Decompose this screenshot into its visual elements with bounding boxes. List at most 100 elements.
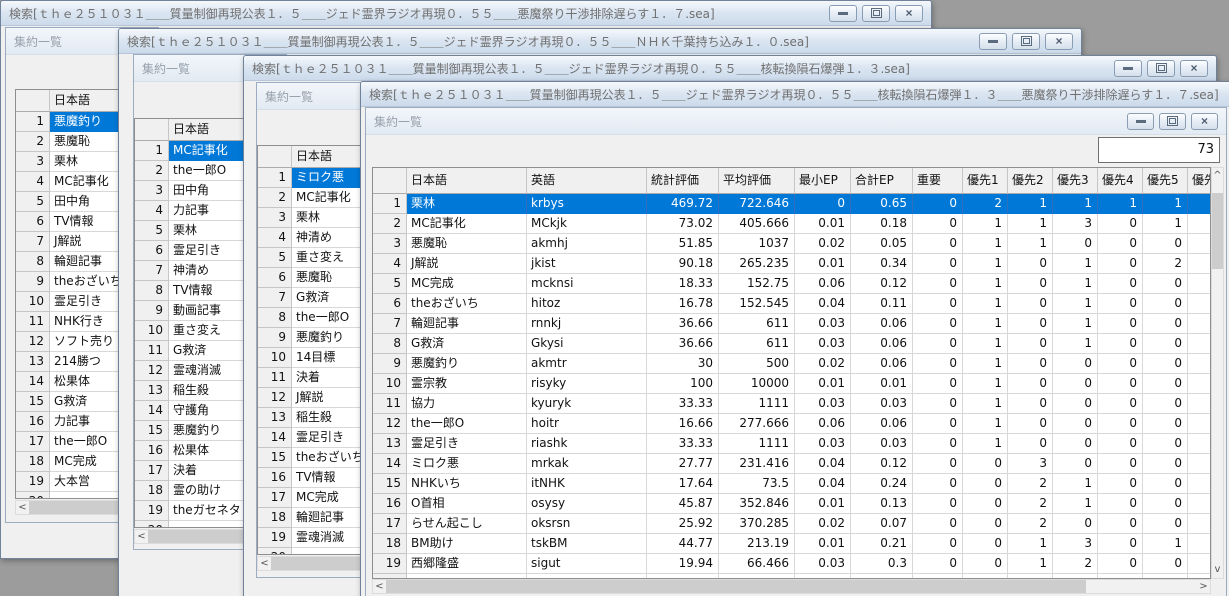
row-number-cell[interactable]: 13 (373, 434, 407, 454)
row-number-cell[interactable]: 6 (373, 294, 407, 314)
data-cell[interactable] (1188, 474, 1211, 494)
row-number-cell[interactable]: 15 (16, 392, 50, 412)
data-cell[interactable]: 0.03 (795, 394, 851, 414)
table-row[interactable]: 9悪魔釣りakmtr305000.020.06010000 (373, 354, 1210, 374)
data-cell[interactable]: 0 (1143, 474, 1188, 494)
data-cell[interactable]: 0 (963, 474, 1008, 494)
data-cell[interactable]: 44.77 (647, 534, 719, 554)
data-cell[interactable]: 協力 (407, 394, 527, 414)
data-cell[interactable]: 0 (1053, 234, 1098, 254)
table-row[interactable]: 13霊足引きriashk33.3311110.030.03010000 (373, 434, 1210, 454)
data-cell[interactable]: 10000 (719, 374, 795, 394)
data-cell[interactable]: 0 (1008, 354, 1053, 374)
data-cell[interactable]: 1 (1053, 334, 1098, 354)
data-cell[interactable]: 0.02 (795, 354, 851, 374)
table-row[interactable]: 14ミロク悪mrkak27.77231.4160.040.12003000 (373, 454, 1210, 474)
row-number-cell[interactable]: 10 (373, 374, 407, 394)
data-cell[interactable]: 0 (1143, 394, 1188, 414)
row-number-cell[interactable]: 1 (135, 141, 169, 161)
row-number-cell[interactable]: 5 (373, 274, 407, 294)
data-cell[interactable]: 1 (963, 294, 1008, 314)
data-cell[interactable]: 0 (913, 534, 963, 554)
data-cell[interactable]: 1 (1098, 194, 1143, 214)
data-cell[interactable]: 0 (1008, 414, 1053, 434)
data-cell[interactable]: 0 (1098, 314, 1143, 334)
data-cell[interactable]: 1 (1053, 194, 1098, 214)
row-number-cell[interactable]: 16 (16, 412, 50, 432)
data-cell[interactable]: itNHK (527, 474, 647, 494)
row-number-cell[interactable]: 5 (258, 248, 292, 268)
data-cell[interactable]: 0.06 (851, 354, 913, 374)
data-cell[interactable] (1188, 374, 1211, 394)
data-cell[interactable]: 0 (1098, 534, 1143, 554)
data-cell[interactable] (1188, 334, 1211, 354)
data-cell[interactable] (1188, 354, 1211, 374)
data-cell[interactable]: 0 (1008, 394, 1053, 414)
row-number-cell[interactable]: 7 (258, 288, 292, 308)
data-cell[interactable]: 0 (1143, 374, 1188, 394)
table-row[interactable]: 10霊宗教risyky100100000.010.01010000 (373, 374, 1210, 394)
data-cell[interactable]: 1 (1053, 294, 1098, 314)
data-cell[interactable]: 0 (913, 514, 963, 534)
data-cell[interactable]: 0.01 (795, 214, 851, 234)
data-cell[interactable]: sigut (527, 554, 647, 574)
titlebar[interactable]: 検索[ｔｈｅ２５１０３１＿＿質量制御再現公表１．５＿＿ジェド霊界ラジオ再現０．５… (1, 1, 931, 26)
data-cell[interactable]: 悪魔釣り (407, 354, 527, 374)
data-cell[interactable]: 0.65 (851, 194, 913, 214)
row-number-cell[interactable]: 10 (16, 292, 50, 312)
row-number-cell[interactable]: 11 (135, 341, 169, 361)
data-cell[interactable]: 265.235 (719, 254, 795, 274)
data-cell[interactable]: 1111 (719, 434, 795, 454)
data-cell[interactable]: 0 (1008, 334, 1053, 354)
data-cell[interactable]: 0 (1143, 294, 1188, 314)
close-button[interactable]: × (1180, 60, 1208, 77)
data-cell[interactable]: 1 (963, 314, 1008, 334)
data-cell[interactable] (1188, 314, 1211, 334)
data-cell[interactable]: 1 (963, 374, 1008, 394)
data-cell[interactable]: 0 (1098, 514, 1143, 534)
data-cell[interactable]: 0.02 (795, 514, 851, 534)
data-cell[interactable]: 2 (1008, 514, 1053, 534)
data-cell[interactable] (1188, 274, 1211, 294)
column-header[interactable]: 優先3 (1053, 168, 1098, 194)
data-cell[interactable]: akmtr (527, 354, 647, 374)
titlebar[interactable]: 検索[ｔｈｅ２５１０３１＿＿質量制御再現公表１．５＿＿ジェド霊界ラジオ再現０．５… (244, 56, 1216, 81)
restore-button[interactable] (1159, 113, 1186, 130)
data-cell[interactable]: 0 (1053, 454, 1098, 474)
data-cell[interactable]: 0.06 (851, 334, 913, 354)
data-cell[interactable]: 352.846 (719, 494, 795, 514)
table-row[interactable]: 5MC完成mcknsi18.33152.750.060.12010100 (373, 274, 1210, 294)
row-number-cell[interactable]: 17 (373, 514, 407, 534)
row-number-cell[interactable]: 4 (135, 201, 169, 221)
data-cell[interactable]: 0.03 (851, 434, 913, 454)
table-row[interactable]: 15NHKいちitNHK17.6473.50.040.24002100 (373, 474, 1210, 494)
data-cell[interactable]: 1 (1008, 234, 1053, 254)
close-button[interactable]: × (1191, 113, 1218, 130)
data-cell[interactable]: 2 (1053, 554, 1098, 574)
data-cell[interactable]: 0.03 (795, 334, 851, 354)
data-cell[interactable]: 277.666 (719, 414, 795, 434)
column-header[interactable]: 統計評価 (647, 168, 719, 194)
scroll-left-icon[interactable]: < (16, 500, 29, 515)
data-cell[interactable]: 18.33 (647, 274, 719, 294)
data-cell[interactable]: the一郎O (407, 414, 527, 434)
data-cell[interactable]: 0 (1098, 434, 1143, 454)
data-cell[interactable]: risyky (527, 374, 647, 394)
row-number-cell[interactable]: 3 (135, 181, 169, 201)
data-cell[interactable]: 0 (913, 254, 963, 274)
data-cell[interactable]: 0 (1098, 214, 1143, 234)
table-row[interactable]: 3悪魔恥akmhj51.8510370.020.05011000 (373, 234, 1210, 254)
column-header[interactable]: 平均評価 (719, 168, 795, 194)
data-cell[interactable]: 100 (647, 374, 719, 394)
row-number-cell[interactable]: 3 (373, 234, 407, 254)
data-cell[interactable]: 0.05 (851, 234, 913, 254)
scroll-up-icon[interactable]: ^ (1212, 168, 1223, 184)
data-cell[interactable]: 0 (1098, 274, 1143, 294)
data-cell[interactable]: 0.04 (795, 454, 851, 474)
data-cell[interactable] (1188, 254, 1211, 274)
data-cell[interactable]: 0.03 (795, 554, 851, 574)
data-cell[interactable]: osysy (527, 494, 647, 514)
row-number-cell[interactable]: 9 (373, 354, 407, 374)
row-number-cell[interactable]: 9 (258, 328, 292, 348)
row-number-cell[interactable]: 11 (373, 394, 407, 414)
